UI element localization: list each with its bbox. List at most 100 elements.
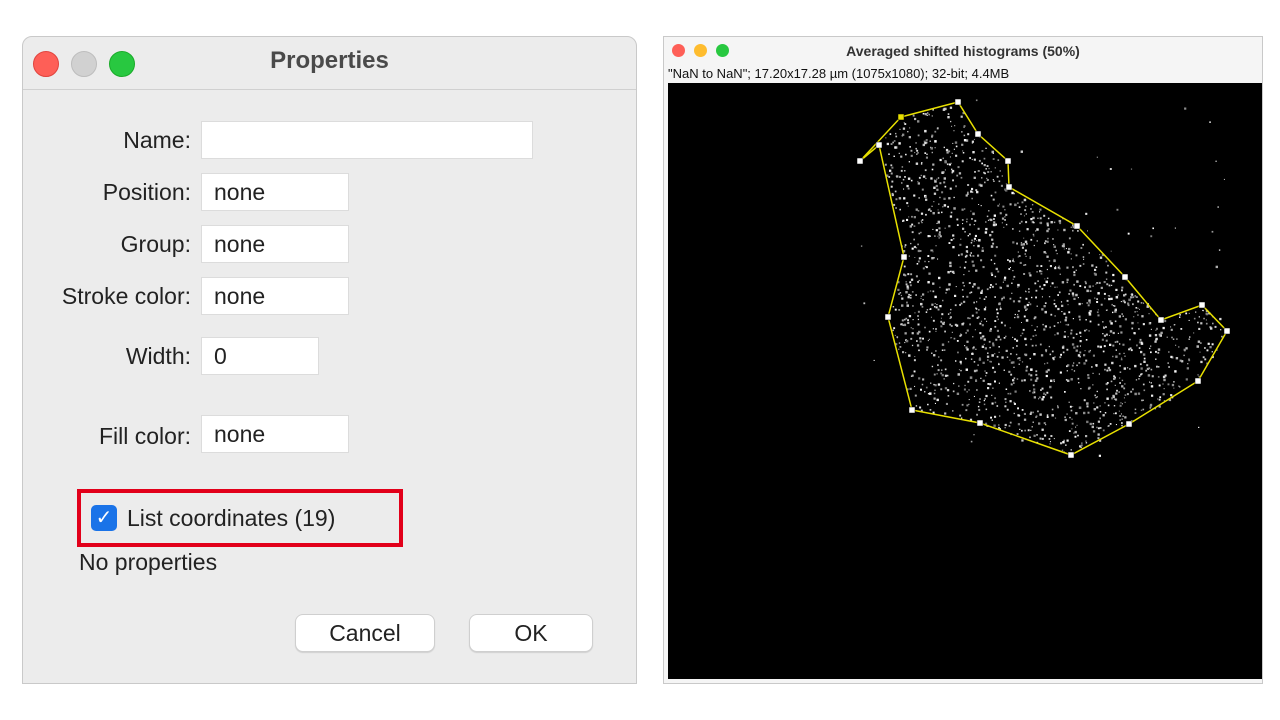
speckle <box>1084 280 1087 283</box>
roi-vertex-handle[interactable] <box>1067 451 1075 459</box>
speckle <box>1004 216 1006 218</box>
roi-vertex-handle[interactable] <box>897 113 905 121</box>
roi-vertex-handle[interactable] <box>1004 157 1012 165</box>
speckle <box>937 364 939 366</box>
speckle <box>991 394 993 396</box>
speckle <box>1024 209 1027 212</box>
speckle <box>1139 308 1140 310</box>
speckle <box>1205 319 1207 321</box>
speckle <box>1108 297 1111 301</box>
list-coordinates-checkbox[interactable]: ✓ <box>91 505 117 531</box>
speckle <box>934 235 936 237</box>
fill-color-field[interactable]: none <box>201 415 349 453</box>
speckle <box>1199 342 1202 344</box>
cancel-button[interactable]: Cancel <box>295 614 435 652</box>
speckle <box>986 215 989 218</box>
roi-overlay[interactable] <box>668 83 1262 679</box>
speckle <box>908 255 910 257</box>
roi-polygon[interactable] <box>859 101 1228 456</box>
roi-vertex-handle[interactable] <box>1157 316 1165 324</box>
speckle <box>971 140 974 143</box>
speckle <box>908 161 910 163</box>
speckle <box>1217 206 1219 208</box>
roi-vertex-handle[interactable] <box>900 253 908 261</box>
width-field[interactable]: 0 <box>201 337 319 375</box>
speckle <box>1115 412 1117 415</box>
roi-vertex-handle[interactable] <box>976 419 984 427</box>
group-field[interactable]: none <box>201 225 349 263</box>
roi-vertex-handle[interactable] <box>1125 420 1133 428</box>
speckle <box>1030 238 1033 241</box>
roi-vertex-handle[interactable] <box>974 130 982 138</box>
speckle <box>952 410 954 412</box>
speckle <box>1130 293 1133 296</box>
speckle <box>1120 402 1122 404</box>
speckle <box>997 204 1000 207</box>
speckle <box>975 189 978 192</box>
roi-vertex-handle[interactable] <box>1005 183 1013 191</box>
speckle <box>935 229 938 232</box>
roi-vertex-handle[interactable] <box>954 98 962 106</box>
roi-vertex-handle[interactable] <box>1121 273 1129 281</box>
speckle <box>901 182 903 184</box>
speckle <box>1002 296 1005 299</box>
speckle <box>990 272 993 275</box>
roi-vertex-handle[interactable] <box>884 313 892 321</box>
speckle <box>892 306 895 308</box>
ok-button[interactable]: OK <box>469 614 593 652</box>
speckle <box>1039 413 1042 416</box>
roi-vertex-handle[interactable] <box>1194 377 1202 385</box>
speckle <box>969 254 971 256</box>
speckle <box>860 245 863 247</box>
speckle <box>1029 257 1031 259</box>
speckle <box>1142 353 1146 356</box>
speckle <box>987 387 990 390</box>
speckle <box>1051 282 1054 285</box>
speckle <box>933 354 936 357</box>
roi-vertex-handle[interactable] <box>908 406 916 414</box>
roi-vertex-handle[interactable] <box>1223 327 1231 335</box>
roi-vertex-handle[interactable] <box>1198 301 1206 309</box>
speckle <box>961 289 964 291</box>
speckle <box>1035 370 1038 373</box>
speckle <box>1207 342 1210 345</box>
name-field[interactable] <box>201 121 533 159</box>
speckle <box>944 330 946 333</box>
speckle <box>960 253 963 256</box>
speckle <box>1112 344 1115 347</box>
speckle <box>1195 311 1197 313</box>
speckle <box>1187 363 1189 365</box>
speckle <box>997 335 1000 338</box>
speckle <box>895 207 897 209</box>
speckle <box>994 167 996 169</box>
speckle <box>1017 256 1019 258</box>
roi-vertex-handle[interactable] <box>875 141 883 149</box>
roi-handles[interactable] <box>856 98 1231 459</box>
dialog-title: Properties <box>270 47 389 74</box>
image-canvas[interactable] <box>668 83 1262 679</box>
list-coordinates-option[interactable]: ✓ List coordinates (19) <box>91 503 335 533</box>
speckle <box>1071 343 1075 346</box>
speckle <box>970 255 972 257</box>
speckle <box>1099 254 1101 256</box>
speckle <box>1100 286 1103 289</box>
roi-vertex-handle[interactable] <box>856 157 864 165</box>
speckle <box>1086 420 1089 424</box>
speckle <box>994 397 996 400</box>
speckle <box>1063 335 1066 338</box>
position-field[interactable]: none <box>201 173 349 211</box>
speckle <box>1138 378 1140 380</box>
speckle <box>1030 208 1032 210</box>
roi-vertex-handle[interactable] <box>1073 222 1081 230</box>
speckle <box>1171 383 1175 387</box>
speckle <box>1083 411 1086 415</box>
speckle <box>906 202 909 205</box>
speckle <box>1031 204 1034 206</box>
speckle <box>1044 242 1046 245</box>
stroke-color-field[interactable]: none <box>201 277 349 315</box>
speckle <box>960 176 963 179</box>
speckle <box>932 228 934 230</box>
speckle <box>934 179 936 181</box>
speckle <box>963 134 966 137</box>
speckle <box>1030 429 1032 431</box>
